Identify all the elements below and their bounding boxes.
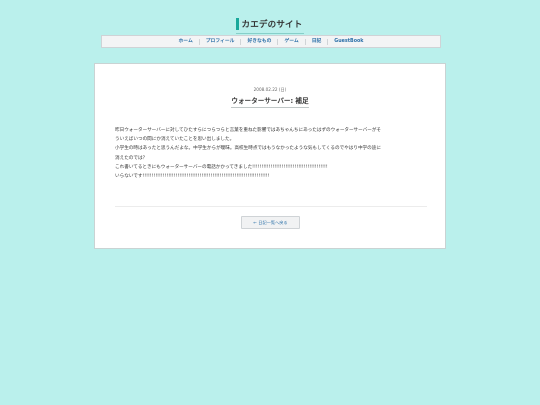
post-line: ういえばいつの間にか消えていたことを思い出しました。 [115, 137, 235, 143]
post-body: 昨日ウォーターサーバーに対してひたすらにつらつらと言葉を重ねた影響ではあちゃんち… [115, 126, 427, 181]
site-title-text: カエデのサイト [241, 20, 303, 30]
post-line: これ書いてるときにもウォーターサーバーの電話かかってきました!!!!!!!!!!… [115, 164, 328, 170]
post-title-text: ウォーターサーバー: 補足 [231, 95, 309, 108]
nav-item-diary[interactable]: 日記 [304, 38, 328, 45]
nav-item-profile[interactable]: プロフィール [198, 38, 241, 45]
post-line: いらないです!!!!!!!!!!!!!!!!!!!!!!!!!!!!!!!!!!… [115, 174, 270, 180]
nav-item-home[interactable]: ホーム [173, 39, 199, 45]
diary-entry-card: 2008.02.22 (日) ウォーターサーバー: 補足 昨日ウォーターサーバー… [94, 63, 446, 249]
nav-item-games[interactable]: ゲーム [277, 38, 304, 45]
post-date: 2008.02.22 (日) [253, 87, 287, 92]
post-line: 昨日ウォーターサーバーに対してひたすらにつらつらと言葉を重ねた影響ではあちゃんち… [115, 128, 382, 133]
site-header: カエデのサイト [0, 12, 540, 34]
site-title[interactable]: カエデのサイト [235, 18, 305, 34]
nav-item-guestbook[interactable]: GuestBook [327, 38, 369, 45]
post-line: 消えたのでは？ [115, 155, 148, 161]
divider [115, 206, 427, 207]
post-title: ウォーターサーバー: 補足 [95, 95, 445, 108]
main-nav: ホーム プロフィール 好きなもの ゲーム 日記 GuestBook [101, 35, 441, 48]
title-accent-bar [235, 18, 239, 30]
post-line: 小学生の時はあったと思うんだよな。中学生からが曖昧。高校生時点ではもうなかったよ… [115, 146, 381, 152]
back-to-diary-list-button[interactable]: ← 日記一覧へ戻る [241, 216, 300, 229]
nav-item-favorites[interactable]: 好きなもの [240, 38, 277, 45]
